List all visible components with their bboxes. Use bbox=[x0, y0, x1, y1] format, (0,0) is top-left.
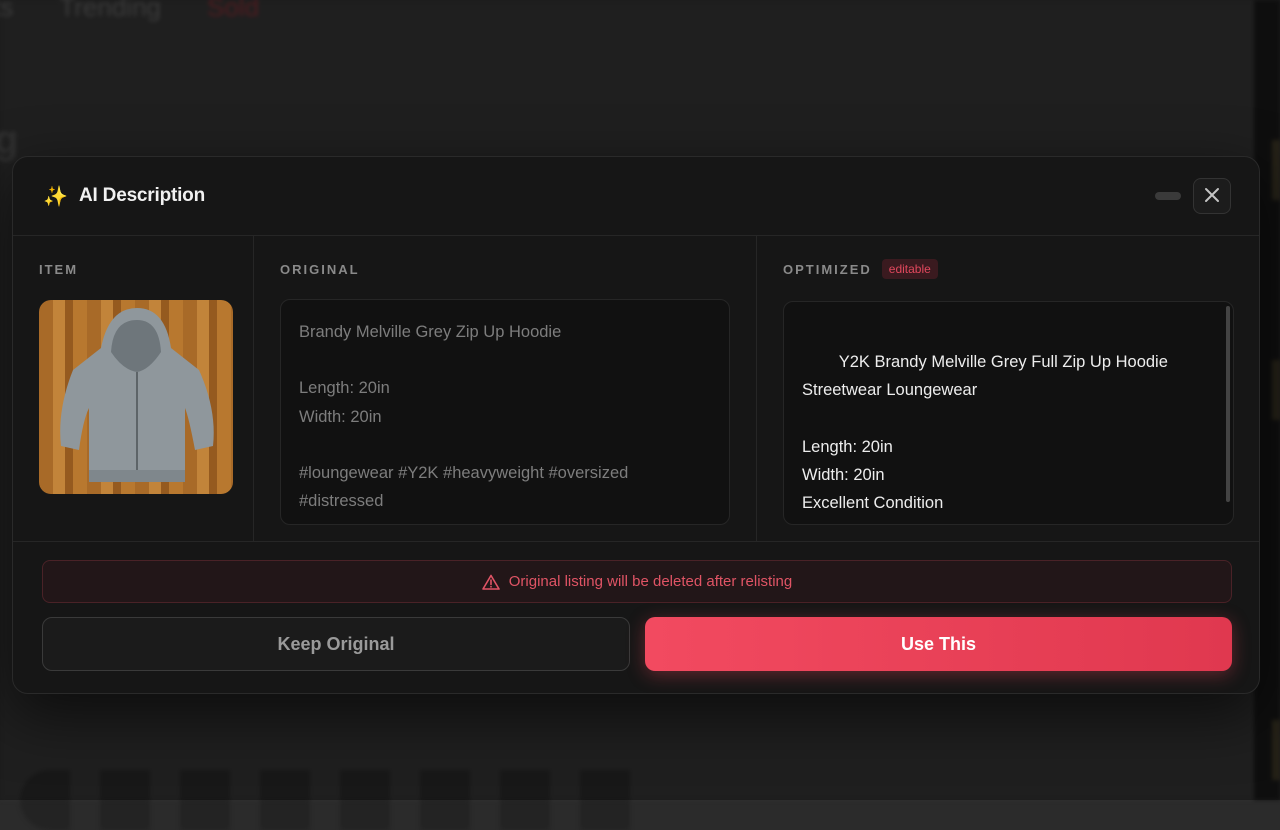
close-button[interactable] bbox=[1193, 178, 1231, 214]
warning-text: Original listing will be deleted after r… bbox=[509, 573, 792, 590]
modal-body: ITEM ORIGINAL Brandy Melville Grey Zip U… bbox=[13, 236, 1259, 542]
modal-title: AI Description bbox=[79, 185, 205, 207]
optimized-label: OPTIMIZED editable bbox=[783, 261, 1234, 277]
editable-badge: editable bbox=[882, 259, 938, 279]
item-label: ITEM bbox=[39, 261, 227, 277]
item-image bbox=[39, 300, 233, 494]
optimized-label-text: OPTIMIZED bbox=[783, 262, 872, 277]
optimized-column: OPTIMIZED editable Y2K Brandy Melville G… bbox=[757, 236, 1260, 541]
item-column: ITEM bbox=[13, 236, 254, 541]
keep-original-button[interactable]: Keep Original bbox=[42, 617, 630, 671]
ai-description-modal: ✨ AI Description ITEM ORIGINAL Brand bbox=[12, 156, 1260, 694]
optimized-description-text: Y2K Brandy Melville Grey Full Zip Up Hoo… bbox=[802, 353, 1195, 525]
minimize-button[interactable] bbox=[1155, 192, 1181, 200]
close-icon bbox=[1204, 183, 1220, 209]
original-label: ORIGINAL bbox=[280, 261, 730, 277]
relist-warning: Original listing will be deleted after r… bbox=[42, 560, 1232, 603]
warning-triangle-icon bbox=[482, 574, 500, 590]
sparkles-icon: ✨ bbox=[43, 184, 69, 209]
optimized-description-editor[interactable]: Y2K Brandy Melville Grey Full Zip Up Hoo… bbox=[783, 301, 1234, 525]
original-column: ORIGINAL Brandy Melville Grey Zip Up Hoo… bbox=[254, 236, 757, 541]
optimized-scrollbar[interactable] bbox=[1226, 306, 1230, 502]
original-description: Brandy Melville Grey Zip Up Hoodie Lengt… bbox=[280, 299, 730, 525]
modal-header: ✨ AI Description bbox=[13, 157, 1259, 236]
use-this-button[interactable]: Use This bbox=[645, 617, 1232, 671]
